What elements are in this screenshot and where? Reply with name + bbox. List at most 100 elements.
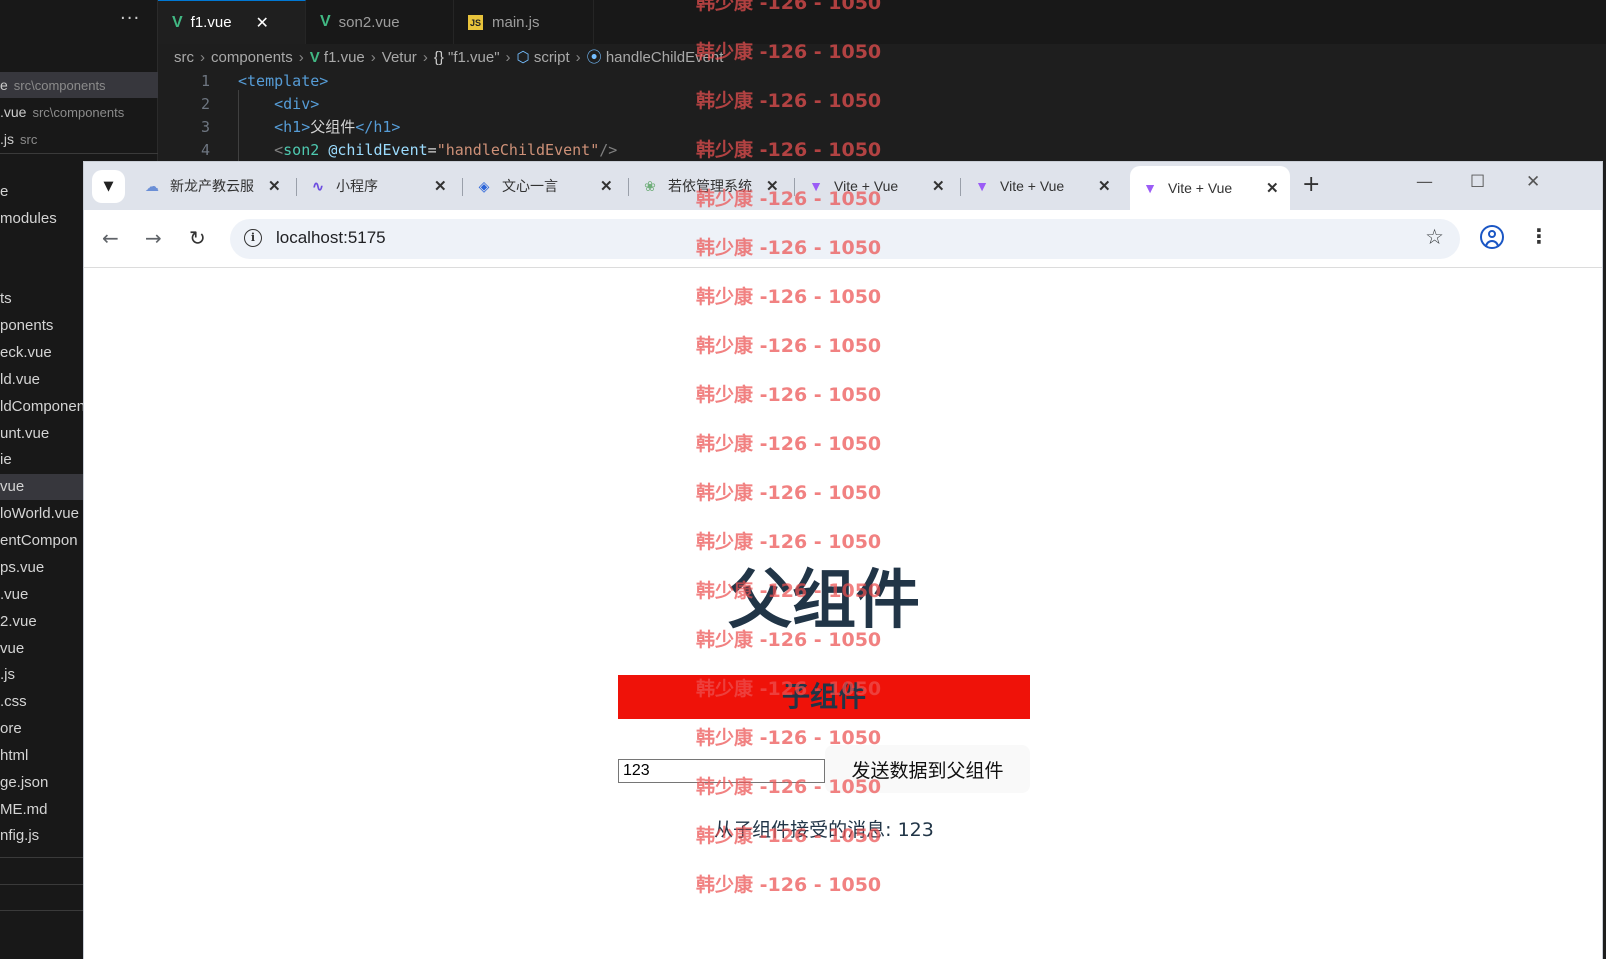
file-tree-item[interactable]: html [0,743,86,769]
file-tree-item[interactable]: ponents [0,313,86,339]
browser-tab-strip: ▼ ☁ 新龙产教云服 ✕ ∿ 小程序 ✕ ◈ 文心一言 ✕ ❀ 若依管理系统 ✕… [84,162,1602,210]
info-icon[interactable]: i [244,229,262,247]
file-tree-item[interactable]: e [0,179,86,205]
editor-tab-f1[interactable]: V f1.vue ✕ [158,0,306,44]
file-tree-item[interactable]: modules [0,206,86,232]
file-tree-item[interactable]: ge.json [0,770,86,796]
tab-separator [296,178,297,196]
file-tree-item[interactable]: .css [0,689,86,715]
file-tree-item[interactable]: entCompon [0,528,86,554]
browser-tab[interactable]: ☁ 新龙产教云服 ✕ [142,170,281,202]
code-line[interactable]: 3 <h1>父组件</h1> [170,115,400,139]
browser-tab[interactable]: ❀ 若依管理系统 ✕ [640,170,779,202]
page-viewport: 父组件 子组件 发送数据到父组件 从子组件接受的消息: 123 [84,269,1602,959]
code-line[interactable]: 1 <template> [170,69,328,93]
close-icon[interactable]: ✕ [600,177,613,195]
forward-icon[interactable]: → [145,226,162,250]
browser-window: ▼ ☁ 新龙产教云服 ✕ ∿ 小程序 ✕ ◈ 文心一言 ✕ ❀ 若依管理系统 ✕… [84,162,1602,959]
profile-icon[interactable] [1480,225,1504,249]
address-bar[interactable]: i localhost:5175 ☆ [230,219,1460,259]
received-message: 从子组件接受的消息: 123 [714,819,934,841]
close-icon[interactable]: ✕ [434,177,447,195]
more-actions-icon[interactable]: ··· [120,8,140,29]
code-token: = [427,141,437,159]
breadcrumb-item[interactable]: components [211,49,293,66]
editor-tab-main-js[interactable]: JS main.js [454,0,594,44]
code-token: 父组件 [310,118,356,136]
file-tree-item[interactable]: .vue [0,582,86,608]
close-icon[interactable]: ✕ [256,13,269,33]
kebab-menu-icon[interactable]: ⋮ [1529,224,1549,248]
file-tree-item[interactable]: vue [0,636,86,662]
code-token: @childEvent [328,141,428,159]
close-icon[interactable]: ✕ [1098,177,1111,195]
file-tree-item[interactable]: unt.vue [0,421,86,447]
open-editor-item[interactable]: .vue src\components [0,99,158,125]
braces-icon: {} [433,49,444,66]
close-icon[interactable]: ✕ [932,177,945,195]
file-tree-item[interactable]: eck.vue [0,340,86,366]
tab-separator [960,178,961,196]
file-tree-item[interactable]: ld.vue [0,367,86,393]
browser-tab[interactable]: ▼ Vite + Vue ✕ [972,170,1111,202]
editor-tab-son2[interactable]: V son2.vue [306,0,454,44]
browser-tab-active[interactable]: ▼ Vite + Vue ✕ [1130,166,1290,210]
cube-icon: ⬡ [516,49,530,66]
chevron-right-icon: › [370,49,376,66]
close-icon[interactable]: ✕ [1266,179,1279,197]
breadcrumb-item[interactable]: src [174,49,194,66]
breadcrumb-item[interactable]: "f1.vue" [448,49,500,66]
chevron-right-icon: › [422,49,428,66]
file-tree-item[interactable]: loWorld.vue [0,501,86,527]
breadcrumb: src › components › V f1.vue › Vetur › {} "f1.vue… [174,46,723,70]
maximize-icon[interactable]: ☐ [1470,172,1485,192]
browser-tab[interactable]: ∿ 小程序 ✕ [308,170,447,202]
minimize-icon[interactable]: — [1416,172,1433,192]
send-to-parent-button[interactable]: 发送数据到父组件 [825,745,1030,793]
open-editor-item[interactable]: .js src [0,126,158,152]
code-token: < [274,141,284,159]
new-tab-button[interactable]: + [1302,172,1320,197]
code-token: <div> [274,95,320,113]
browser-tab[interactable]: ◈ 文心一言 ✕ [474,170,613,202]
file-tree-item[interactable]: vue [0,474,86,500]
file-tree-item[interactable]: .js [0,662,86,688]
ruoyi-icon: ❀ [644,177,656,194]
vue-file-icon: V [172,13,183,31]
file-tree-item[interactable]: 2.vue [0,609,86,635]
browser-tab[interactable]: ▼ Vite + Vue ✕ [806,170,945,202]
message-input[interactable] [618,759,825,783]
file-tree-item[interactable]: nfig.js [0,823,86,849]
bookmark-star-icon[interactable]: ☆ [1425,225,1444,249]
file-tree-item[interactable]: ore [0,716,86,742]
tab-search-button[interactable]: ▼ [92,170,125,203]
file-tree-item[interactable]: ldComponent [0,394,86,420]
address-url[interactable]: localhost:5175 [276,228,386,248]
line-number: 1 [200,72,210,90]
breadcrumb-item[interactable]: script [534,49,570,66]
file-tree-item[interactable]: ts [0,286,86,312]
back-icon[interactable]: ← [102,226,119,250]
open-editor-item[interactable]: e src\components [0,72,158,98]
tab-separator [462,178,463,196]
breadcrumb-item[interactable]: Vetur [382,49,417,66]
file-tree-item[interactable]: ps.vue [0,555,86,581]
close-icon[interactable]: ✕ [766,177,779,195]
close-window-icon[interactable]: ✕ [1526,172,1540,192]
code-token: <h1> [274,118,311,136]
file-tree-item[interactable]: ME.md [0,797,86,823]
reload-icon[interactable]: ↻ [189,226,206,250]
close-icon[interactable]: ✕ [268,177,281,195]
method-icon: ⦿ [586,49,602,66]
tab-separator [794,178,795,196]
line-number: 4 [200,141,210,159]
breadcrumb-item[interactable]: f1.vue [324,49,365,66]
js-file-icon: JS [468,14,483,30]
file-tree-item[interactable]: ie [0,447,86,473]
breadcrumb-item[interactable]: handleChildEvent [606,49,724,66]
code-line[interactable]: 4 <son2 @childEvent="handleChildEvent"/> [170,138,617,162]
code-line[interactable]: 2 <div> [170,92,319,116]
